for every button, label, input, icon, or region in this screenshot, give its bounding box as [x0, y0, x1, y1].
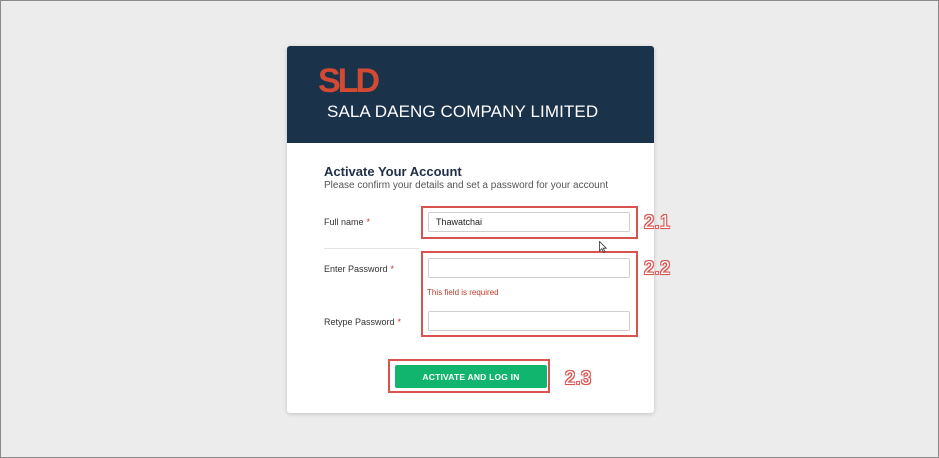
company-name: SALA DAENG COMPANY LIMITED: [327, 102, 599, 121]
annotation-box-passwords: [421, 251, 638, 337]
divider: [324, 248, 419, 249]
annotation-step-label: 2.2: [644, 258, 671, 278]
full-name-label: Full name *: [324, 217, 370, 227]
full-name-label-text: Full name: [324, 217, 364, 227]
svg-text:SLD: SLD: [318, 64, 379, 96]
required-mark: *: [390, 264, 395, 274]
card-header: SLD SALA DAENG COMPANY LIMITED: [287, 46, 654, 143]
enter-password-label-text: Enter Password: [324, 264, 388, 274]
enter-password-label: Enter Password *: [324, 264, 394, 274]
annotation-step-label: 2.3: [565, 368, 592, 388]
form-subtitle: Please confirm your details and set a pa…: [324, 180, 609, 191]
annotation-box-full-name: [421, 206, 638, 239]
annotation-box-button: [388, 359, 550, 393]
required-mark: *: [397, 317, 402, 327]
retype-password-label-text: Retype Password: [324, 317, 395, 327]
annotation-step-label: 2.1: [644, 212, 671, 232]
retype-password-label: Retype Password *: [324, 317, 401, 327]
company-logo: SLD: [318, 64, 382, 96]
form-title: Activate Your Account: [324, 164, 462, 179]
required-mark: *: [366, 217, 371, 227]
mouse-cursor-icon: [599, 241, 607, 253]
